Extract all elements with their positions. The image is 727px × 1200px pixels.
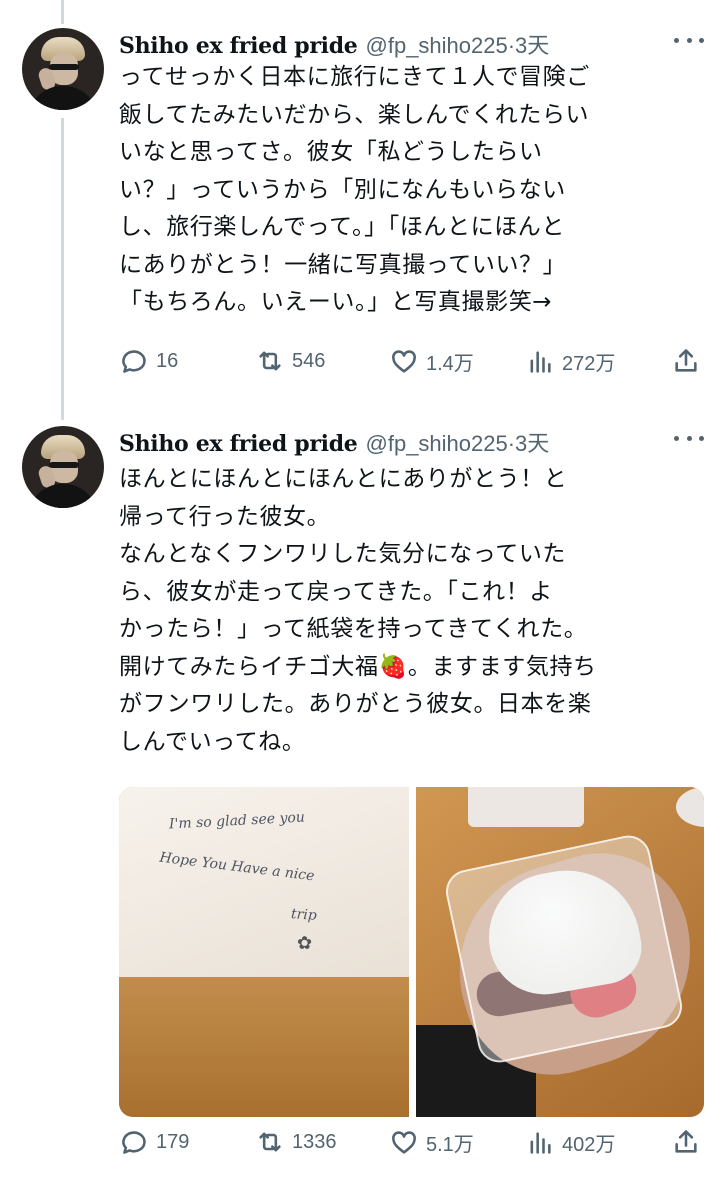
flower-doodle-icon: ✿ [297,933,313,954]
views-button[interactable]: 402万 [526,1128,615,1157]
heart-icon [392,1130,416,1154]
author-handle-time[interactable]: @fp_shiho225·3天 [366,426,550,458]
reply-count: 179 [156,1130,190,1153]
share-button[interactable] [672,347,708,375]
tweet[interactable]: Shiho ex fried pride @fp_shiho225·3天 ってせ… [0,28,727,418]
handwritten-note-line: trip [290,906,318,924]
views-count: 272万 [562,353,616,375]
photo-strawberry-daifuku[interactable] [416,787,704,1117]
repost-count: 546 [292,349,326,372]
author-name[interactable]: Shiho ex fried pride [119,33,358,59]
author-name[interactable]: Shiho ex fried pride [119,431,358,457]
tweet-header: Shiho ex fried pride @fp_shiho225·3天 [119,426,549,460]
heart-icon [392,349,416,373]
like-button[interactable]: 1.4万 [390,347,474,376]
action-bar: 16 546 1.4万 272万 [0,347,727,387]
action-bar: 179 1336 5.1万 402万 [0,1128,727,1168]
tweet-text: ってせっかく日本に旅行にきて１人で冒険ご 飯してたみたいだから、楽しんでくれたら… [119,64,590,315]
repost-button[interactable]: 546 [256,347,325,375]
more-icon[interactable] [674,436,704,446]
paper-bag [119,977,409,1117]
share-button[interactable] [672,1128,708,1156]
avatar[interactable] [22,426,104,508]
repost-button[interactable]: 1336 [256,1128,337,1156]
share-icon [675,349,697,372]
reply-icon [122,350,146,373]
repost-icon [259,1132,281,1152]
thread-connector-top [61,0,64,24]
views-button[interactable]: 272万 [526,347,615,376]
share-icon [675,1130,697,1153]
tweet-header: Shiho ex fried pride @fp_shiho225·3天 [119,28,549,62]
white-box [468,787,584,827]
photo-note-on-bag[interactable]: I'm so glad see you Hope You Have a nice… [119,787,409,1117]
reply-count: 16 [156,349,179,372]
tweet-text: ほんとにほんとにほんとにありがとう！と 帰って行った彼女。 なんとなくフンワリし… [119,466,597,755]
like-count: 1.4万 [426,353,474,375]
reply-button[interactable]: 16 [120,347,178,375]
avatar[interactable] [22,28,104,110]
analytics-icon [530,1131,551,1154]
author-handle-time[interactable]: @fp_shiho225·3天 [366,28,550,60]
like-count: 5.1万 [426,1134,474,1156]
repost-icon [259,351,281,371]
analytics-icon [530,350,551,373]
like-button[interactable]: 5.1万 [390,1128,474,1157]
more-icon[interactable] [674,38,704,48]
views-count: 402万 [562,1134,616,1156]
reply-button[interactable]: 179 [120,1128,189,1156]
reply-icon [122,1131,146,1154]
repost-count: 1336 [292,1130,337,1153]
